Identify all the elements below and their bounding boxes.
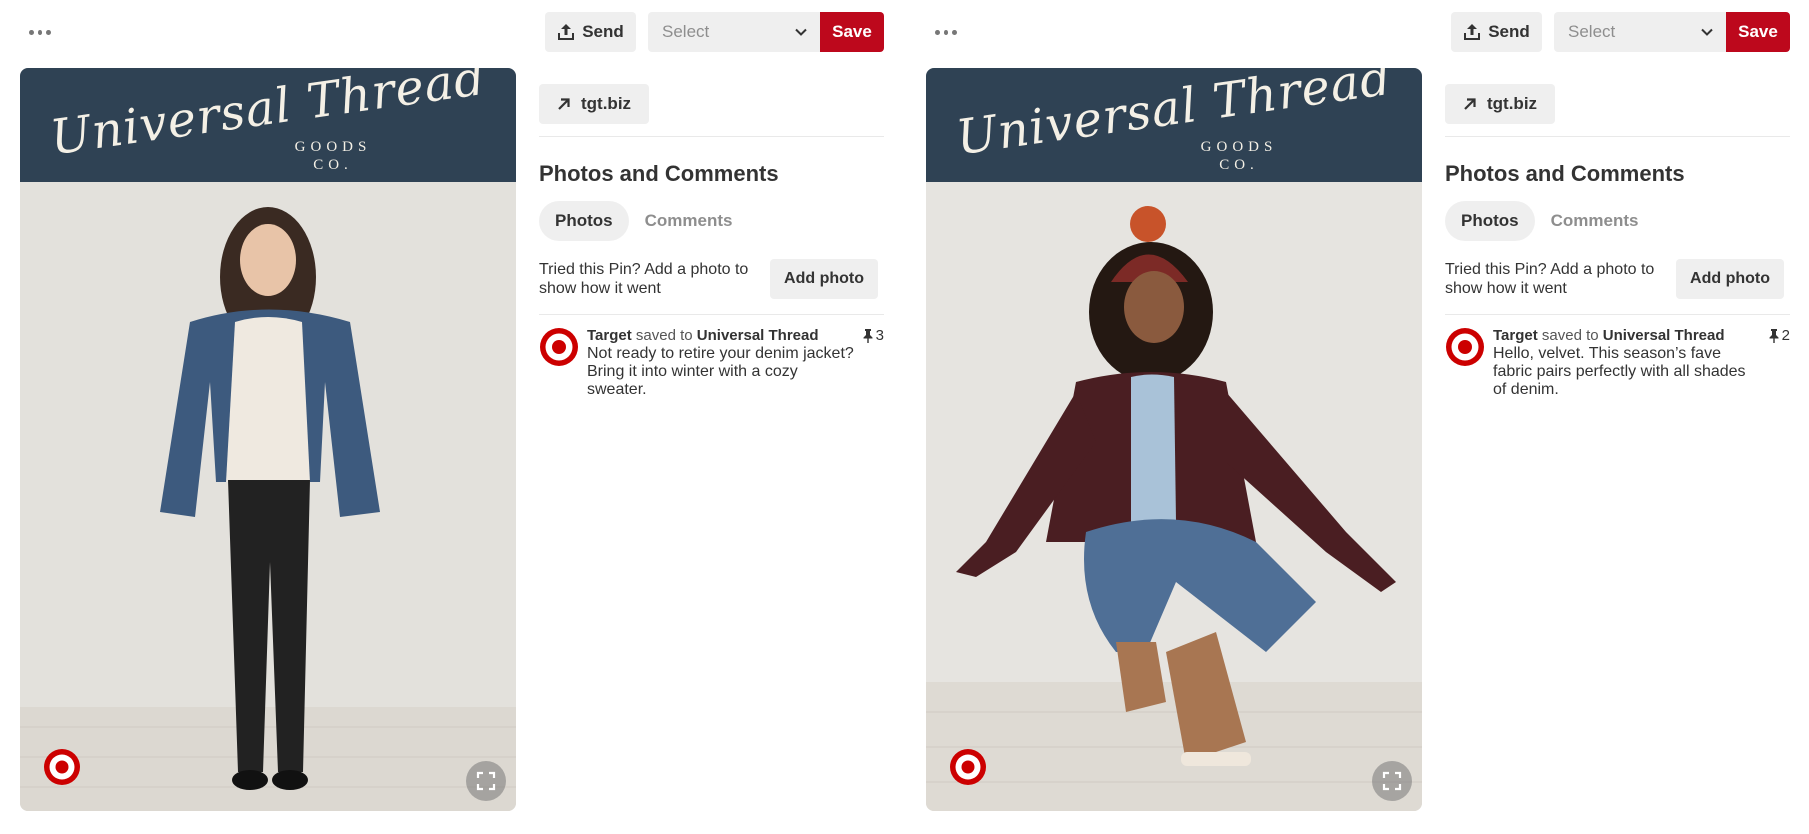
pin-icon bbox=[863, 328, 873, 343]
brand-banner: Universal Thread GOODS CO. bbox=[20, 68, 516, 182]
brand-logo-sub: GOODS CO. bbox=[926, 138, 1422, 174]
source-link-button[interactable]: tgt.biz bbox=[539, 84, 650, 124]
source-link-label: tgt.biz bbox=[1487, 94, 1538, 113]
pin-description: Not ready to retire your denim jacket? B… bbox=[587, 345, 854, 398]
pin-card: Send Select Save Universal Thread GOODS … bbox=[0, 0, 905, 834]
expand-icon[interactable] bbox=[466, 761, 506, 801]
repin-count-value: 3 bbox=[875, 327, 884, 344]
brand-sub-line2: CO. bbox=[1219, 157, 1259, 173]
pin-image[interactable]: Universal Thread GOODS CO. bbox=[20, 68, 516, 811]
tab-bar: Photos Comments bbox=[1445, 201, 1790, 241]
share-icon bbox=[558, 24, 575, 40]
tried-row: Tried this Pin? Add a photo to show how … bbox=[1445, 259, 1790, 299]
source-link-button[interactable]: tgt.biz bbox=[1445, 84, 1556, 124]
pin-details: tgt.biz Photos and Comments Photos Comme… bbox=[539, 84, 884, 399]
board-name[interactable]: Universal Thread bbox=[697, 327, 819, 344]
tried-text: Tried this Pin? Add a photo to show how … bbox=[539, 261, 749, 297]
saved-by-row: Target saved to Universal Thread Not rea… bbox=[539, 327, 884, 399]
saved-by-header: Target saved to Universal Thread bbox=[587, 327, 857, 345]
save-button[interactable]: Save bbox=[1726, 12, 1790, 52]
more-options-icon[interactable] bbox=[29, 28, 52, 36]
model-photo bbox=[20, 182, 516, 811]
tab-comments[interactable]: Comments bbox=[1535, 201, 1655, 241]
model-photo bbox=[926, 182, 1422, 811]
tab-photos[interactable]: Photos bbox=[539, 201, 629, 241]
saved-by-row: Target saved to Universal Thread Hello, … bbox=[1445, 327, 1790, 399]
saver-name[interactable]: Target bbox=[1493, 327, 1538, 344]
repin-count: 3 bbox=[863, 327, 884, 344]
target-logo-icon[interactable] bbox=[43, 748, 81, 786]
pin-details: tgt.biz Photos and Comments Photos Comme… bbox=[1445, 84, 1790, 399]
saver-name[interactable]: Target bbox=[587, 327, 632, 344]
send-label: Send bbox=[582, 22, 624, 41]
target-logo-icon[interactable] bbox=[949, 748, 987, 786]
add-photo-button[interactable]: Add photo bbox=[1676, 259, 1784, 299]
tried-text: Tried this Pin? Add a photo to show how … bbox=[1445, 261, 1655, 297]
board-select[interactable]: Select bbox=[648, 12, 820, 52]
share-icon bbox=[1464, 24, 1481, 40]
more-options-icon[interactable] bbox=[935, 28, 958, 36]
expand-icon[interactable] bbox=[1372, 761, 1412, 801]
tab-bar: Photos Comments bbox=[539, 201, 884, 241]
brand-logo-sub: GOODS CO. bbox=[20, 138, 516, 174]
saved-to-text: saved to bbox=[635, 327, 693, 344]
saved-by-header: Target saved to Universal Thread bbox=[1493, 327, 1763, 345]
source-link-label: tgt.biz bbox=[581, 94, 632, 113]
save-button[interactable]: Save bbox=[820, 12, 884, 52]
saved-by-body: Target saved to Universal Thread Not rea… bbox=[587, 327, 857, 399]
tab-photos[interactable]: Photos bbox=[1445, 201, 1535, 241]
brand-sub-line1: GOODS bbox=[294, 139, 372, 155]
pin-card: Send Select Save Universal Thread GOODS … bbox=[906, 0, 1809, 834]
pin-image[interactable]: Universal Thread GOODS CO. bbox=[926, 68, 1422, 811]
board-select-placeholder: Select bbox=[662, 22, 710, 41]
pin-description: Hello, velvet. This season’s fave fabric… bbox=[1493, 345, 1746, 398]
avatar[interactable] bbox=[1445, 327, 1485, 367]
add-photo-button[interactable]: Add photo bbox=[770, 259, 878, 299]
saved-by-body: Target saved to Universal Thread Hello, … bbox=[1493, 327, 1763, 399]
send-label: Send bbox=[1488, 22, 1530, 41]
chevron-down-icon bbox=[795, 28, 807, 36]
section-title: Photos and Comments bbox=[1445, 161, 1685, 186]
divider bbox=[1445, 314, 1790, 315]
send-button[interactable]: Send bbox=[1451, 12, 1542, 52]
send-button[interactable]: Send bbox=[545, 12, 636, 52]
board-select[interactable]: Select bbox=[1554, 12, 1726, 52]
brand-sub-line2: CO. bbox=[313, 157, 353, 173]
fullscreen-icon bbox=[1382, 771, 1402, 791]
pin-icon bbox=[1769, 328, 1779, 343]
fullscreen-icon bbox=[476, 771, 496, 791]
avatar[interactable] bbox=[539, 327, 579, 367]
section-title: Photos and Comments bbox=[539, 161, 779, 186]
divider bbox=[539, 314, 884, 315]
brand-sub-line1: GOODS bbox=[1200, 139, 1278, 155]
board-select-placeholder: Select bbox=[1568, 22, 1616, 41]
tab-comments[interactable]: Comments bbox=[629, 201, 749, 241]
repin-count-value: 2 bbox=[1781, 327, 1790, 344]
chevron-down-icon bbox=[1701, 28, 1713, 36]
divider bbox=[539, 136, 884, 137]
arrow-up-right-icon bbox=[1464, 98, 1476, 110]
saved-to-text: saved to bbox=[1541, 327, 1599, 344]
board-name[interactable]: Universal Thread bbox=[1603, 327, 1725, 344]
repin-count: 2 bbox=[1769, 327, 1790, 344]
divider bbox=[1445, 136, 1790, 137]
tried-row: Tried this Pin? Add a photo to show how … bbox=[539, 259, 884, 299]
arrow-up-right-icon bbox=[558, 98, 570, 110]
brand-banner: Universal Thread GOODS CO. bbox=[926, 68, 1422, 182]
